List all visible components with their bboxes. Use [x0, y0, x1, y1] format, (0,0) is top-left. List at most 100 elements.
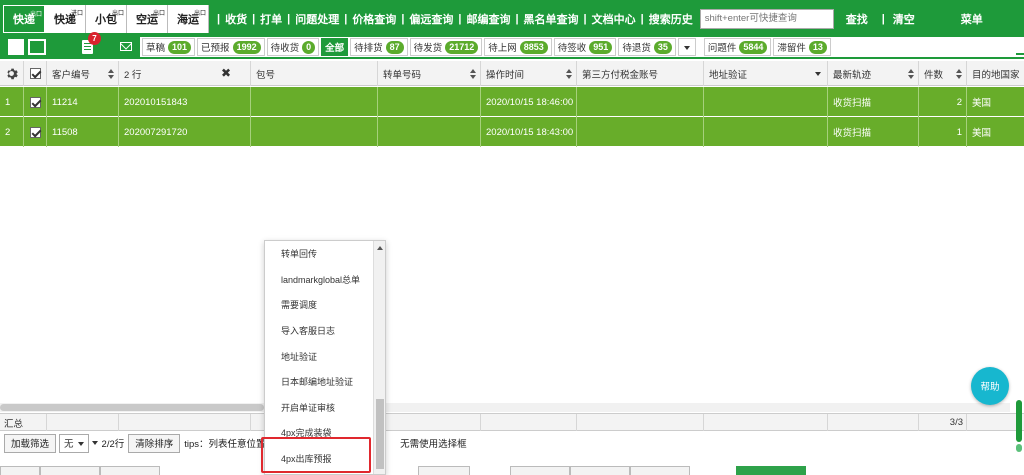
- bottom-button-strip: [0, 466, 1024, 475]
- chip-to-return[interactable]: 待退货 35: [618, 38, 676, 56]
- cell-package-no: [251, 87, 378, 117]
- chip-forecast[interactable]: 已预报 1992: [197, 38, 265, 56]
- service-tabs: 快递 出口 快递 进口 小包 出口 空运 出口 海运 出口: [3, 4, 209, 33]
- tab-express-export[interactable]: 快递 出口: [3, 4, 45, 33]
- column-header-customer-no[interactable]: 客户编号: [47, 61, 119, 86]
- load-filter-button[interactable]: 加载筛选: [4, 433, 57, 453]
- nav-link-docs[interactable]: 文档中心: [589, 11, 639, 27]
- tab-express-import[interactable]: 快递 进口: [45, 4, 86, 33]
- chip-to-ship[interactable]: 待发货 21712: [409, 38, 483, 56]
- bottom-strip-button[interactable]: [40, 466, 100, 475]
- menu-item-jp-postcode-verify[interactable]: 日本邮编地址验证: [265, 369, 385, 395]
- chip-detained[interactable]: 滞留件 13: [773, 38, 831, 56]
- nav-link-postcode[interactable]: 邮编查询: [463, 11, 513, 27]
- header-label: 操作时间: [486, 69, 525, 81]
- column-header-transfer-no[interactable]: 转单号码: [378, 61, 481, 86]
- mail-icon[interactable]: [120, 42, 132, 51]
- search-input[interactable]: [699, 8, 834, 29]
- scrollbar-thumb[interactable]: [0, 404, 264, 411]
- cell-destination: 美国: [972, 128, 992, 139]
- menu-item-address-verify[interactable]: 地址验证: [265, 343, 385, 369]
- menu-scrollbar[interactable]: [373, 241, 385, 474]
- grid-view-toggle[interactable]: [28, 39, 46, 55]
- column-header-tax-account[interactable]: 第三方付税金账号: [577, 61, 704, 86]
- bottom-strip-button[interactable]: [630, 466, 690, 475]
- chip-to-online[interactable]: 待上网 8853: [484, 38, 552, 56]
- horizontal-scrollbar[interactable]: [0, 403, 1010, 412]
- bottom-strip-button[interactable]: [0, 466, 40, 475]
- summary-cell: [828, 414, 919, 431]
- nav-separator: |: [583, 12, 587, 25]
- bottom-toolbar: 加载筛选 无 2/2行 清除排序 tips：列表任意位置， 无需使用选择框: [0, 432, 1024, 454]
- scrollbar-thumb[interactable]: [376, 399, 384, 469]
- cell-addr-verify: [704, 117, 828, 147]
- nav-link-blacklist[interactable]: 黑名单查询: [521, 11, 582, 27]
- bottom-strip-button[interactable]: [418, 466, 470, 475]
- header-label: 地址验证: [709, 69, 748, 81]
- chip-draft[interactable]: 草稿 101: [142, 38, 196, 56]
- help-button[interactable]: 帮助: [971, 367, 1009, 405]
- bottom-strip-button[interactable]: [510, 466, 570, 475]
- nav-link-history[interactable]: 搜索历史: [646, 11, 696, 27]
- bottom-strip-button[interactable]: [570, 466, 630, 475]
- menu-button[interactable]: 菜单: [961, 11, 983, 27]
- summary-page: 3/3: [919, 414, 967, 431]
- bottom-strip-button[interactable]: [100, 466, 160, 475]
- chip-count: 101: [168, 40, 192, 54]
- chip-count: 951: [589, 40, 613, 54]
- column-header-order-no[interactable]: 2 行 ✖: [119, 61, 251, 86]
- status-dropdown-button[interactable]: [677, 38, 696, 56]
- tab-sea-export[interactable]: 海运 出口: [168, 4, 209, 33]
- column-header-op-time[interactable]: 操作时间: [481, 61, 577, 86]
- column-header-package-no[interactable]: 包号: [251, 61, 378, 86]
- menu-item-import-cs-log[interactable]: 导入客服日志: [265, 318, 385, 344]
- table-row[interactable]: 1 11214 202010151843 2020/10/15 18:46:00…: [0, 87, 1024, 117]
- filter-select[interactable]: 无: [59, 433, 89, 453]
- nav-link-receive[interactable]: 收货: [222, 11, 250, 27]
- menu-item-landmark-master[interactable]: landmarkglobal总单: [265, 267, 385, 293]
- chip-to-arrange[interactable]: 待排货 87: [350, 38, 408, 56]
- chip-label: 待收货: [270, 43, 300, 54]
- sort-icon: [566, 69, 572, 79]
- row-index: 2: [0, 117, 24, 147]
- chip-count: 35: [653, 40, 672, 54]
- nav-link-print[interactable]: 打单: [257, 11, 285, 27]
- column-header-latest-track[interactable]: 最新轨迹: [828, 61, 919, 86]
- cell-customer-no: 11508: [47, 117, 119, 147]
- menu-item-enable-doc-review[interactable]: 开启单证审核: [265, 395, 385, 421]
- chip-label: 全部: [325, 43, 345, 54]
- vertical-scrollbar-thumb[interactable]: [1016, 400, 1022, 442]
- column-header-addr-verify[interactable]: 地址验证: [704, 61, 828, 86]
- summary-cell: [577, 414, 704, 431]
- list-view-toggle[interactable]: [8, 39, 24, 55]
- clear-column-icon[interactable]: ✖: [221, 66, 231, 80]
- scroll-up-icon[interactable]: [377, 246, 383, 250]
- row-checkbox[interactable]: [24, 117, 47, 147]
- nav-link-remote[interactable]: 偏远查询: [406, 11, 456, 27]
- clear-sort-button[interactable]: 清除排序: [128, 433, 181, 453]
- summary-row: 汇总 3/3: [0, 413, 1024, 431]
- checkbox-box: [29, 126, 41, 138]
- clear-button[interactable]: 清空: [893, 11, 915, 27]
- column-header-destination[interactable]: 目的地国家: [967, 61, 1024, 86]
- menu-item-need-dispatch[interactable]: 需要调度: [265, 292, 385, 318]
- tab-air-export[interactable]: 空运 出口: [127, 4, 168, 33]
- cell-package-no: [251, 117, 378, 147]
- chip-to-receive[interactable]: 待收货 0: [266, 38, 320, 56]
- settings-gear-icon[interactable]: [0, 61, 24, 86]
- cell-transfer-no: [378, 87, 481, 117]
- nav-link-issue[interactable]: 问题处理: [292, 11, 342, 27]
- find-button[interactable]: 查找: [846, 11, 868, 27]
- nav-link-price[interactable]: 价格查询: [349, 11, 399, 27]
- table-row[interactable]: 2 11508 202007291720 2020/10/15 18:43:00…: [0, 117, 1024, 147]
- column-header-pieces[interactable]: 件数: [919, 61, 967, 86]
- chip-problem[interactable]: 问题件 5844: [703, 38, 772, 56]
- select-all-checkbox[interactable]: [24, 61, 47, 86]
- menu-item-transfer-return[interactable]: 转单回传: [265, 241, 385, 267]
- chip-to-sign[interactable]: 待签收 951: [553, 38, 617, 56]
- filter-dropdown-icon[interactable]: [815, 72, 821, 76]
- bottom-primary-button[interactable]: [736, 466, 806, 475]
- row-checkbox[interactable]: [24, 87, 47, 117]
- tab-parcel-export[interactable]: 小包 出口: [86, 4, 127, 33]
- chip-all[interactable]: 全部: [321, 38, 349, 56]
